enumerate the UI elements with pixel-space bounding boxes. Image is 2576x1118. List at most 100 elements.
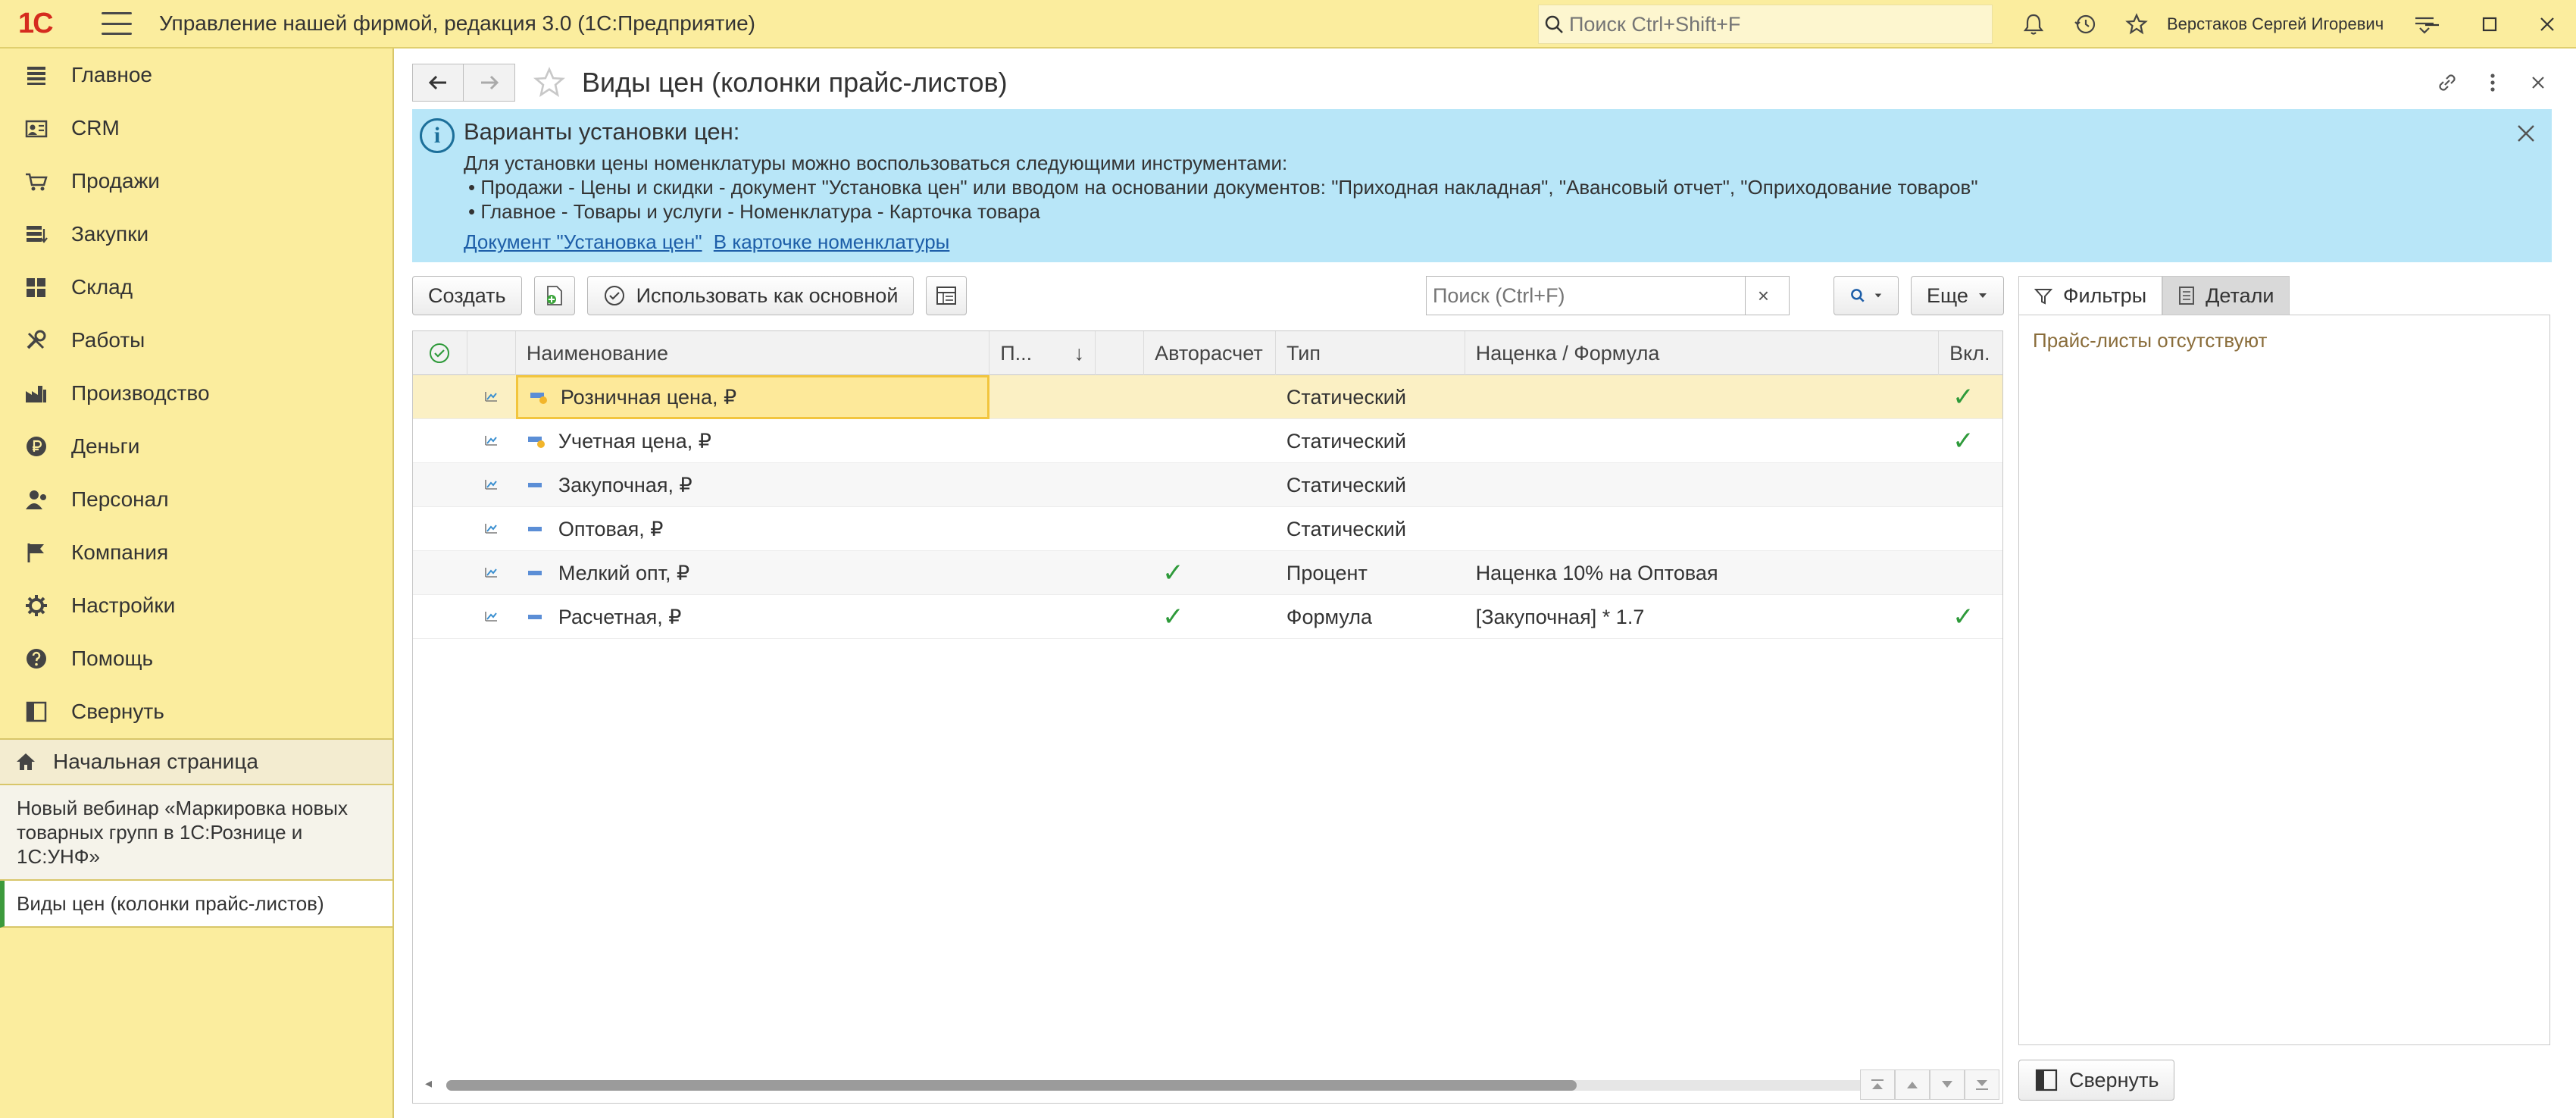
tab-details[interactable]: Детали xyxy=(2162,276,2290,315)
enabled-column-header[interactable]: Вкл. xyxy=(1939,331,2002,375)
price-list-settings-button[interactable] xyxy=(926,276,968,315)
open-window-price-types[interactable]: Виды цен (колонки прайс-листов) xyxy=(0,881,392,928)
sidebar-item-main[interactable]: Главное xyxy=(0,49,392,102)
row-status-cell xyxy=(467,595,516,639)
go-last-icon[interactable] xyxy=(1965,1069,1999,1100)
sidebar-item-money[interactable]: Деньги xyxy=(0,420,392,473)
name-cell[interactable]: Расчетная, ₽ xyxy=(516,595,989,639)
enabled-cell[interactable] xyxy=(1939,507,2002,551)
minimize-icon[interactable] xyxy=(2403,16,2461,33)
link-icon[interactable] xyxy=(2424,71,2470,94)
main-price-cell[interactable] xyxy=(413,375,467,419)
bell-icon[interactable] xyxy=(2008,13,2059,36)
name-cell[interactable]: Мелкий опт, ₽ xyxy=(516,551,989,595)
sidebar-item-collapse[interactable]: Свернуть xyxy=(0,685,392,738)
horizontal-scrollbar[interactable]: ◂ ▸ xyxy=(413,1065,2002,1103)
forward-button[interactable] xyxy=(464,64,515,102)
sidebar: Главное CRM Продажи Закупки Склад Работы Произ… xyxy=(0,49,394,1118)
enabled-cell[interactable]: ✓ xyxy=(1939,595,2002,639)
type-cell: Формула xyxy=(1286,605,1373,628)
list-search[interactable]: × xyxy=(1426,276,1790,315)
sidebar-item-purchases[interactable]: Закупки xyxy=(0,208,392,261)
table-row[interactable]: Закупочная, ₽ Статический xyxy=(413,463,2002,507)
list-search-input[interactable] xyxy=(1427,283,1745,308)
sidebar-item-company[interactable]: Компания xyxy=(0,526,392,579)
scroll-left-icon[interactable]: ◂ xyxy=(425,1076,432,1091)
back-button[interactable] xyxy=(412,64,464,102)
global-search-input[interactable] xyxy=(1569,12,1978,36)
history-icon[interactable] xyxy=(2059,13,2111,36)
go-up-icon[interactable] xyxy=(1895,1069,1930,1100)
sidebar-item-crm[interactable]: CRM xyxy=(0,102,392,155)
search-options-button[interactable] xyxy=(1834,276,1899,315)
enabled-cell[interactable] xyxy=(1939,551,2002,595)
type-column-header[interactable]: Тип xyxy=(1276,331,1465,375)
sidebar-item-help[interactable]: Помощь xyxy=(0,632,392,685)
go-down-icon[interactable] xyxy=(1930,1069,1965,1100)
favorites-icon[interactable] xyxy=(2111,13,2162,36)
scroll-track[interactable] xyxy=(446,1080,1918,1091)
order-column-header[interactable]: П... ↓ xyxy=(989,331,1096,375)
sidebar-item-label: Главное xyxy=(71,63,152,86)
main-price-cell[interactable] xyxy=(413,463,467,507)
name-cell[interactable]: Учетная цена, ₽ xyxy=(516,419,989,463)
close-window-icon[interactable] xyxy=(2518,16,2576,33)
item-card-link[interactable]: В карточке номенклатуры xyxy=(714,230,950,253)
tab-filters[interactable]: Фильтры xyxy=(2018,276,2163,315)
main-price-cell[interactable] xyxy=(413,551,467,595)
table-row[interactable]: Мелкий опт, ₽ ✓ Процент Наценка 10% на Опто… xyxy=(413,551,2002,595)
favorite-star-icon[interactable] xyxy=(529,66,570,99)
close-form-icon[interactable] xyxy=(2515,75,2561,90)
sidebar-item-production[interactable]: Производство xyxy=(0,367,392,420)
formula-column-header[interactable]: Наценка / Формула xyxy=(1465,331,1940,375)
main-price-cell[interactable] xyxy=(413,507,467,551)
open-window-webinar[interactable]: Новый вебинар «Маркировка новых товарных… xyxy=(0,785,392,881)
set-prices-document-link[interactable]: Документ "Установка цен" xyxy=(464,230,702,253)
sidebar-item-settings[interactable]: Настройки xyxy=(0,579,392,632)
extra-column-header[interactable] xyxy=(1096,331,1145,375)
name-column-header[interactable]: Наименование xyxy=(516,331,990,375)
more-actions-icon[interactable] xyxy=(2470,72,2515,93)
sidebar-item-sales[interactable]: Продажи xyxy=(0,155,392,208)
auto-calc-column-header[interactable]: Авторасчет xyxy=(1144,331,1276,375)
sidebar-item-warehouse[interactable]: Склад xyxy=(0,261,392,314)
info-line: • Главное - Товары и услуги - Номенклату… xyxy=(468,200,1040,223)
person-icon xyxy=(23,486,50,513)
table-row[interactable]: Учетная цена, ₽ Статический ✓ xyxy=(413,419,2002,463)
create-button[interactable]: Создать xyxy=(412,276,522,315)
maximize-icon[interactable] xyxy=(2461,16,2518,33)
name-cell[interactable]: Закупочная, ₽ xyxy=(516,463,989,507)
enabled-cell[interactable]: ✓ xyxy=(1939,419,2002,463)
table-row[interactable]: Розничная цена, ₽ Статический ✓ xyxy=(413,375,2002,419)
copy-document-button[interactable] xyxy=(533,276,575,315)
sidebar-item-works[interactable]: Работы xyxy=(0,314,392,367)
more-button[interactable]: Еще xyxy=(1911,276,2004,315)
right-panel-tabs: Фильтры Детали xyxy=(2018,276,2290,315)
main-price-cell[interactable] xyxy=(413,419,467,463)
name-cell[interactable]: Оптовая, ₽ xyxy=(516,507,989,551)
clear-search-button[interactable]: × xyxy=(1745,277,1781,315)
current-user[interactable]: Верстаков Сергей Игоревич xyxy=(2167,14,2384,34)
enabled-cell[interactable] xyxy=(1939,463,2002,507)
table-row[interactable]: Расчетная, ₽ ✓ Формула [Закупочная] * 1.7 ✓ xyxy=(413,595,2002,639)
go-first-icon[interactable] xyxy=(1860,1069,1895,1100)
main-menu-button[interactable] xyxy=(102,12,132,35)
enabled-cell[interactable]: ✓ xyxy=(1939,375,2002,419)
table-row[interactable]: Оптовая, ₽ Статический xyxy=(413,507,2002,551)
close-banner-icon[interactable] xyxy=(2511,118,2541,149)
sidebar-item-label: CRM xyxy=(71,116,120,139)
scroll-thumb[interactable] xyxy=(446,1080,1577,1091)
sidebar-item-personnel[interactable]: Персонал xyxy=(0,473,392,526)
main-price-column-header[interactable] xyxy=(413,331,467,375)
auto-calc-cell xyxy=(1144,375,1276,419)
icon-column-header[interactable] xyxy=(467,331,516,375)
type-cell: Статический xyxy=(1286,429,1406,453)
name-cell[interactable]: Розничная цена, ₽ xyxy=(515,375,990,419)
main-price-cell[interactable] xyxy=(413,595,467,639)
title-bar: 1С Управление нашей фирмой, редакция 3.0… xyxy=(0,0,2576,49)
home-page-link[interactable]: Начальная страница xyxy=(0,740,392,785)
collapse-panel-button[interactable]: Свернуть xyxy=(2018,1060,2175,1101)
search-icon xyxy=(1851,289,1865,302)
use-as-main-button[interactable]: Использовать как основной xyxy=(586,276,914,315)
global-search[interactable] xyxy=(1538,5,1993,44)
